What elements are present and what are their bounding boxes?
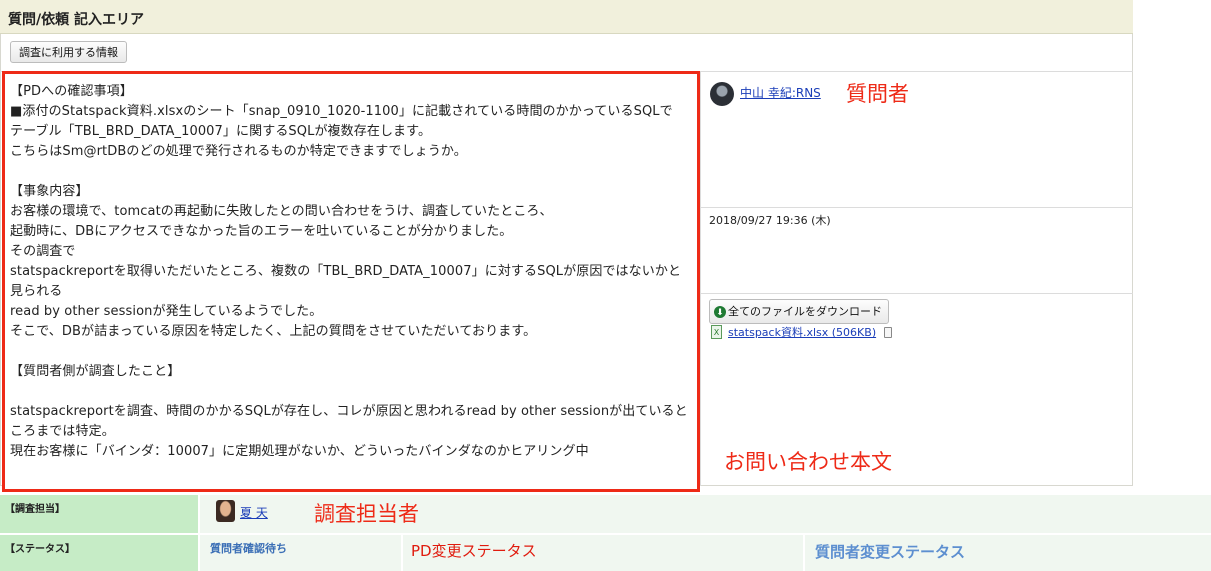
download-all-label: 全てのファイルをダウンロード — [728, 306, 882, 318]
status-value: 質問者確認待ち — [210, 542, 287, 555]
panel-header: 質問/依頼 記入エリア — [0, 0, 1133, 34]
divider — [700, 293, 1133, 294]
avatar — [216, 500, 235, 522]
assignee-name-link[interactable]: 夏 天 — [240, 504, 268, 521]
status-label: 【ステータス】 — [0, 535, 198, 571]
avatar — [710, 82, 734, 106]
attachment-link[interactable]: statspack資料.xlsx (506KB) — [728, 326, 876, 339]
download-all-button[interactable]: ⬇ 全てのファイルをダウンロード — [709, 299, 889, 324]
assignment-row: 【調査担当】 — [0, 495, 1211, 533]
clipboard-icon[interactable] — [884, 326, 893, 338]
inquiry-body-text: 【PDへの確認事項】 ■添付のStatspack資料.xlsxのシート「snap… — [10, 84, 688, 459]
annotation-assignee: 調査担当者 — [314, 502, 419, 526]
investigation-info-button[interactable]: 調査に利用する情報 — [10, 41, 127, 63]
annotation-asker: 質問者 — [846, 82, 909, 106]
annotation-asker-status: 質問者変更ステータス — [815, 543, 966, 561]
posted-date: 2018/09/27 19:36 (木) — [709, 214, 831, 227]
page-title: 質問/依頼 記入エリア — [8, 12, 144, 28]
inquiry-body-box: 【PDへの確認事項】 ■添付のStatspack資料.xlsxのシート「snap… — [2, 71, 700, 492]
download-icon: ⬇ — [714, 306, 726, 319]
divider — [700, 71, 701, 486]
excel-file-icon: X — [711, 325, 722, 339]
annotation-body: お問い合わせ本文 — [724, 450, 892, 474]
annotation-pd-status: PD変更ステータス — [411, 542, 537, 560]
asker-name-link[interactable]: 中山 幸紀:RNS — [740, 84, 821, 101]
attachment-item: Xstatspack資料.xlsx (506KB) — [711, 324, 893, 340]
assignment-label: 【調査担当】 — [0, 495, 198, 533]
divider — [700, 207, 1133, 208]
status-row: 【ステータス】 — [0, 535, 1211, 571]
